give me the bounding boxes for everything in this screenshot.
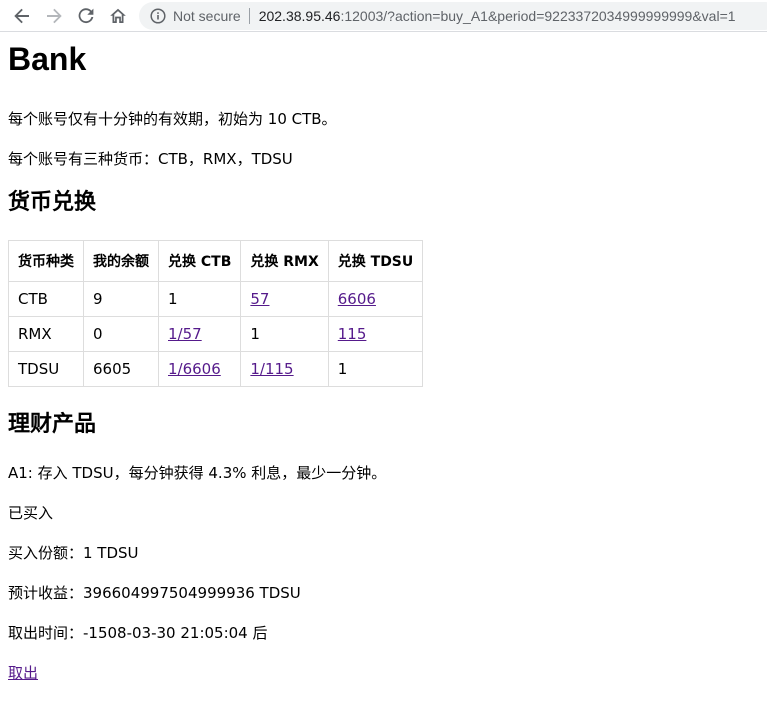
exchange-link[interactable]: 1/57 (168, 325, 202, 343)
currency-cell: TDSU (8, 351, 84, 387)
intro-line-2: 每个账号有三种货币：CTB，RMX，TDSU (8, 150, 293, 168)
back-button[interactable] (10, 4, 34, 28)
withdraw-link[interactable]: 取出 (8, 664, 38, 682)
arrow-left-icon (14, 8, 29, 24)
url-path: :12003/?action=buy_A1&period=92233720349… (340, 8, 736, 24)
rate-cell: 1/115 (240, 351, 329, 387)
col-header-to-tdsu: 兑换 TDSU (327, 240, 424, 282)
purchase-status: 已买入 (8, 504, 54, 522)
balance-cell: 9 (83, 281, 159, 317)
reload-button[interactable] (74, 4, 98, 28)
col-header-to-rmx: 兑换 RMX (240, 240, 329, 282)
browser-toolbar: Not secure 202.38.95.46:12003/?action=bu… (0, 0, 767, 32)
exchange-link[interactable]: 115 (338, 325, 367, 343)
info-icon[interactable] (150, 8, 166, 24)
currency-cell: CTB (8, 281, 84, 317)
arrow-right-icon (47, 8, 62, 24)
address-bar[interactable]: Not secure 202.38.95.46:12003/?action=bu… (139, 2, 767, 30)
omnibox-divider (248, 8, 250, 24)
rate-cell: 1 (240, 316, 329, 352)
currency-cell: RMX (8, 316, 84, 352)
table-row: CTB 9 1 57 6606 (8, 281, 424, 317)
home-icon (110, 8, 126, 23)
expected-return: 预计收益：396604997504999936 TDSU (8, 584, 301, 602)
exchange-link[interactable]: 1/6606 (168, 360, 221, 378)
exchange-heading: 货币兑换 (8, 190, 97, 215)
table-row: RMX 0 1/57 1 115 (8, 316, 424, 352)
home-button[interactable] (106, 4, 130, 28)
page-content: Bank 每个账号仅有十分钟的有效期，初始为 10 CTB。 每个账号有三种货币… (8, 32, 767, 683)
exchange-link[interactable]: 1/115 (250, 360, 293, 378)
col-header-to-ctb: 兑换 CTB (157, 240, 242, 282)
rate-cell: 1/6606 (157, 351, 242, 387)
table-header-row: 货币种类 我的余额 兑换 CTB 兑换 RMX 兑换 TDSU (8, 240, 424, 282)
balance-cell: 0 (83, 316, 159, 352)
forward-button[interactable] (42, 4, 66, 28)
rate-cell: 57 (240, 281, 329, 317)
rate-cell: 6606 (327, 281, 424, 317)
balance-cell: 6605 (83, 351, 159, 387)
exchange-table: 货币种类 我的余额 兑换 CTB 兑换 RMX 兑换 TDSU CTB 9 1 … (8, 240, 424, 387)
reload-icon (78, 8, 94, 24)
purchase-amount: 买入份额：1 TDSU (8, 544, 139, 562)
rate-cell: 1 (157, 281, 242, 317)
security-label[interactable]: Not secure (173, 8, 241, 24)
intro-line-1: 每个账号仅有十分钟的有效期，初始为 10 CTB。 (8, 110, 337, 128)
page-title: Bank (8, 41, 87, 77)
exchange-link[interactable]: 6606 (338, 290, 376, 308)
col-header-currency: 货币种类 (8, 240, 84, 282)
exchange-link[interactable]: 57 (250, 290, 269, 308)
withdraw-time: 取出时间：-1508-03-30 21:05:04 后 (8, 624, 268, 642)
url-host: 202.38.95.46 (258, 8, 341, 24)
product-description: A1: 存入 TDSU，每分钟获得 4.3% 利息，最少一分钟。 (8, 464, 387, 482)
rate-cell: 1/57 (157, 316, 242, 352)
finance-heading: 理财产品 (8, 412, 97, 437)
rate-cell: 1 (327, 351, 424, 387)
col-header-balance: 我的余额 (83, 240, 159, 282)
table-row: TDSU 6605 1/6606 1/115 1 (8, 351, 424, 387)
rate-cell: 115 (327, 316, 424, 352)
